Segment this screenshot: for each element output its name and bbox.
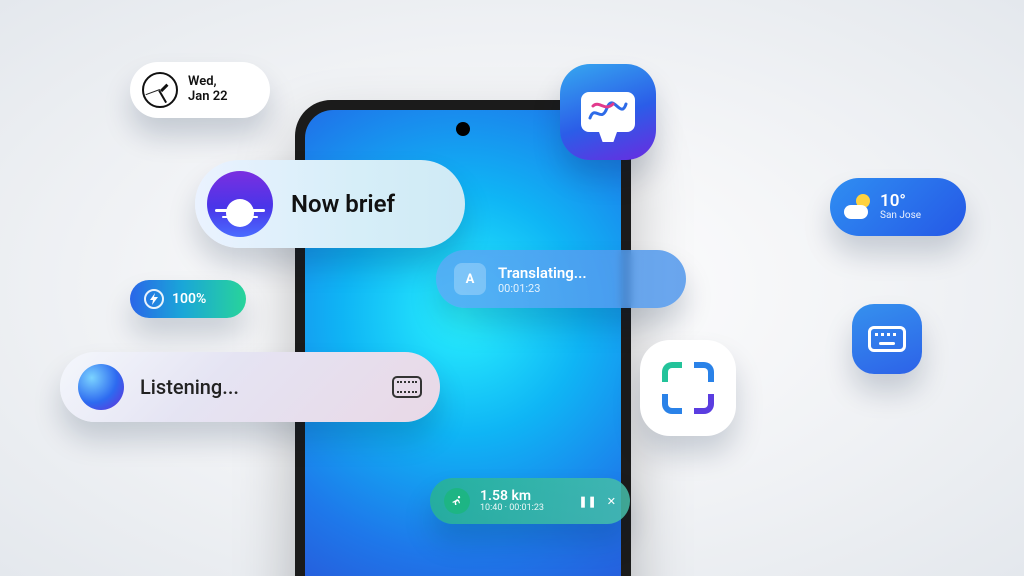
- clock-date-value: Jan 22: [188, 90, 228, 105]
- now-brief-label: Now brief: [291, 190, 395, 218]
- close-icon[interactable]: ✕: [607, 495, 616, 508]
- translating-title: Translating...: [498, 264, 587, 282]
- workout-time: 10:40 · 00:01:23: [480, 503, 544, 513]
- keyboard-toggle-icon[interactable]: [392, 376, 422, 398]
- translating-chip[interactable]: A Translating... 00:01:23: [436, 250, 686, 308]
- keyboard-app-icon[interactable]: [852, 304, 922, 374]
- weather-widget[interactable]: 10° San Jose: [830, 178, 966, 236]
- keyboard-icon: [868, 326, 906, 352]
- battery-level: 100%: [172, 291, 206, 307]
- translating-timer: 00:01:23: [498, 282, 587, 295]
- battery-widget[interactable]: 100%: [130, 280, 246, 318]
- capture-brackets-icon: [662, 362, 714, 414]
- whiteboard-app-icon[interactable]: [560, 64, 656, 160]
- assistant-orb-icon: [78, 364, 124, 410]
- workout-chip[interactable]: 1.58 km 10:40 · 00:01:23 ❚❚ ✕: [430, 478, 630, 524]
- assistant-status-label: Listening...: [140, 375, 376, 399]
- now-brief-widget[interactable]: Now brief: [195, 160, 465, 248]
- sunrise-icon: [207, 171, 273, 237]
- clock-widget[interactable]: Wed, Jan 22: [130, 62, 270, 118]
- bolt-icon: [144, 289, 164, 309]
- running-icon: [444, 488, 470, 514]
- promo-canvas: Wed, Jan 22 Now brief 100% Listening... …: [0, 0, 1024, 576]
- easel-icon: [581, 92, 635, 132]
- smart-select-icon[interactable]: [640, 340, 736, 436]
- clock-date: Wed, Jan 22: [188, 75, 228, 105]
- assistant-input-bar[interactable]: Listening...: [60, 352, 440, 422]
- weather-temp: 10°: [880, 193, 921, 210]
- pause-icon[interactable]: ❚❚: [578, 495, 596, 508]
- translate-icon: A: [454, 263, 486, 295]
- clock-day: Wed,: [188, 75, 228, 90]
- weather-city: San Jose: [880, 210, 921, 221]
- workout-distance: 1.58 km: [480, 489, 544, 503]
- partly-cloudy-icon: [844, 193, 872, 221]
- clock-icon: [142, 72, 178, 108]
- front-camera: [456, 122, 470, 136]
